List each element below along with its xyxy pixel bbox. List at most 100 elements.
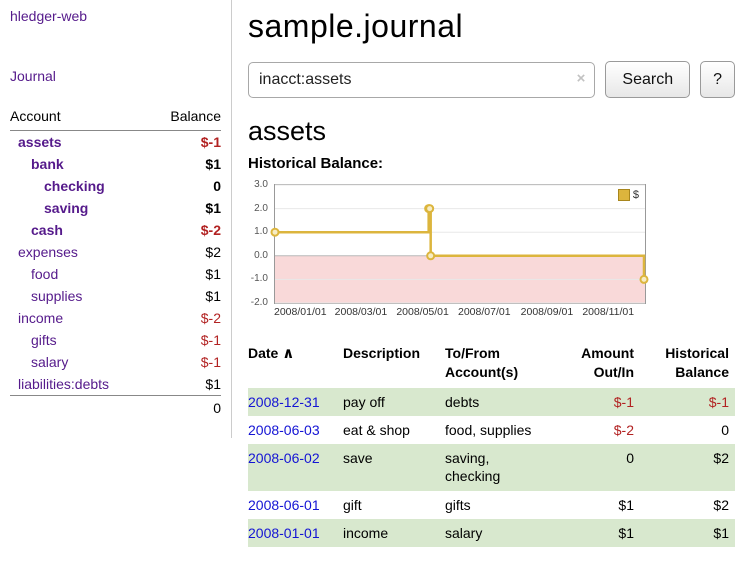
sidebar-account-link[interactable]: supplies: [10, 288, 82, 304]
main-content: sample.journal × Search ? assets Histori…: [248, 0, 735, 547]
accounts-col-balance: Balance: [170, 108, 221, 124]
transaction-row: 2008-06-02 savesaving, checking0$2: [248, 444, 735, 490]
sidebar-account-link[interactable]: expenses: [10, 244, 78, 260]
amount-cell: $-1: [557, 388, 640, 416]
balance-cell: $1: [640, 519, 735, 547]
accounts-cell: salary: [445, 519, 557, 547]
col-header-description: Description: [343, 342, 445, 388]
account-balance: $1: [205, 288, 221, 304]
x-axis-tick-label: 2008/05/01: [396, 306, 449, 318]
account-list: assets $-1 bank $1 checking0 saving $1 cash $-2 e…: [10, 131, 221, 395]
app-title-link[interactable]: hledger-web: [10, 8, 221, 24]
transaction-date-link[interactable]: 2008-06-02: [248, 450, 320, 466]
account-row: cash $-2: [10, 219, 221, 241]
help-button[interactable]: ?: [700, 61, 735, 98]
account-row: salary $-1: [10, 351, 221, 373]
transaction-date-link[interactable]: 2008-01-01: [248, 525, 320, 541]
amount-cell: $-2: [557, 416, 640, 444]
sidebar: hledger-web Journal Account Balance asse…: [0, 0, 232, 438]
account-row: food $1: [10, 263, 221, 285]
accounts-cell: food, supplies: [445, 416, 557, 444]
account-row: liabilities:debts $1: [10, 373, 221, 395]
transaction-date-link[interactable]: 2008-12-31: [248, 394, 320, 410]
sort-asc-icon: ∧: [282, 345, 294, 362]
balance-chart: 3.02.01.00.0-1.0-2.0 $ 2008/01/012008/03…: [248, 184, 735, 326]
search-button[interactable]: Search: [605, 61, 690, 98]
account-balance: $-1: [201, 354, 221, 370]
x-axis-tick-label: 2008/07/01: [458, 306, 511, 318]
col-header-date[interactable]: Date ∧: [248, 342, 343, 388]
account-row: checking0: [10, 175, 221, 197]
accounts-panel: Account Balance assets$-1bank$1checking0…: [10, 104, 221, 420]
transaction-row: 2008-06-01giftgifts$1$2: [248, 491, 735, 519]
transaction-date-link[interactable]: 2008-06-01: [248, 497, 320, 513]
accounts-col-account: Account: [10, 108, 61, 124]
clear-search-icon[interactable]: ×: [577, 71, 586, 86]
search-box: ×: [248, 62, 595, 98]
y-axis-tick-label: -1.0: [248, 273, 268, 284]
search-bar: × Search ?: [248, 61, 735, 98]
account-row: bank $1: [10, 153, 221, 175]
chart-legend: $: [616, 188, 641, 202]
balance-cell: $-1: [640, 388, 735, 416]
sidebar-account-link[interactable]: gifts: [10, 332, 57, 348]
account-heading: assets: [248, 116, 735, 147]
account-row: supplies $1: [10, 285, 221, 307]
sidebar-account-link[interactable]: checking: [10, 178, 105, 194]
y-axis-tick-label: 2.0: [248, 203, 268, 214]
legend-label: $: [633, 189, 639, 201]
transaction-date-link[interactable]: 2008-06-03: [248, 422, 320, 438]
sidebar-account-link[interactable]: salary: [10, 354, 68, 370]
balance-cell: $2: [640, 491, 735, 519]
sidebar-account-link[interactable]: saving: [10, 200, 88, 216]
sidebar-account-link[interactable]: liabilities:debts: [10, 376, 109, 392]
description-cell: gift: [343, 491, 445, 519]
accounts-total-value: 0: [213, 400, 221, 416]
account-balance: $-1: [201, 332, 221, 348]
description-cell: eat & shop: [343, 416, 445, 444]
accounts-cell: gifts: [445, 491, 557, 519]
amount-cell: $1: [557, 519, 640, 547]
chart-heading: Historical Balance:: [248, 155, 735, 172]
balance-cell: $2: [640, 444, 735, 490]
description-cell: pay off: [343, 388, 445, 416]
chart-plot: $: [274, 184, 646, 304]
account-balance: $1: [205, 266, 221, 282]
col-header-tofrom: To/FromAccount(s): [445, 342, 557, 388]
description-cell: save: [343, 444, 445, 490]
chart-x-labels: 2008/01/012008/03/012008/05/012008/07/01…: [274, 306, 646, 320]
account-balance: $1: [205, 376, 221, 392]
y-axis-tick-label: -2.0: [248, 297, 268, 308]
accounts-cell: saving, checking: [445, 444, 557, 490]
account-row: saving $1: [10, 197, 221, 219]
transaction-row: 2008-06-03 eat & shopfood, supplies$-20: [248, 416, 735, 444]
x-axis-tick-label: 2008/09/01: [521, 306, 574, 318]
account-balance: $1: [205, 200, 221, 216]
sidebar-account-link[interactable]: income: [10, 310, 63, 326]
account-balance: $2: [205, 244, 221, 260]
search-input[interactable]: [248, 62, 595, 98]
sidebar-account-link[interactable]: assets: [10, 134, 62, 150]
account-balance: $1: [205, 156, 221, 172]
amount-cell: 0: [557, 444, 640, 490]
col-header-historical: HistoricalBalance: [640, 342, 735, 388]
sidebar-account-link[interactable]: bank: [10, 156, 64, 172]
accounts-cell: debts: [445, 388, 557, 416]
chart-svg: [275, 185, 645, 303]
x-axis-tick-label: 2008/03/01: [335, 306, 388, 318]
description-cell: income: [343, 519, 445, 547]
chart-y-labels: 3.02.01.00.0-1.0-2.0: [248, 184, 268, 302]
transactions-table: Date ∧DescriptionTo/FromAccount(s)Amount…: [248, 342, 735, 547]
sidebar-account-link[interactable]: cash: [10, 222, 63, 238]
accounts-total-row: 0: [10, 395, 221, 420]
account-row: expenses $2: [10, 241, 221, 263]
transaction-row: 2008-12-31pay offdebts$-1$-1: [248, 388, 735, 416]
account-balance: $-2: [201, 310, 221, 326]
balance-cell: 0: [640, 416, 735, 444]
y-axis-tick-label: 0.0: [248, 250, 268, 261]
sidebar-item-journal[interactable]: Journal: [10, 68, 221, 84]
account-row: income $-2: [10, 307, 221, 329]
transaction-row: 2008-01-01incomesalary$1$1: [248, 519, 735, 547]
sidebar-account-link[interactable]: food: [10, 266, 58, 282]
account-balance: $-2: [201, 222, 221, 238]
